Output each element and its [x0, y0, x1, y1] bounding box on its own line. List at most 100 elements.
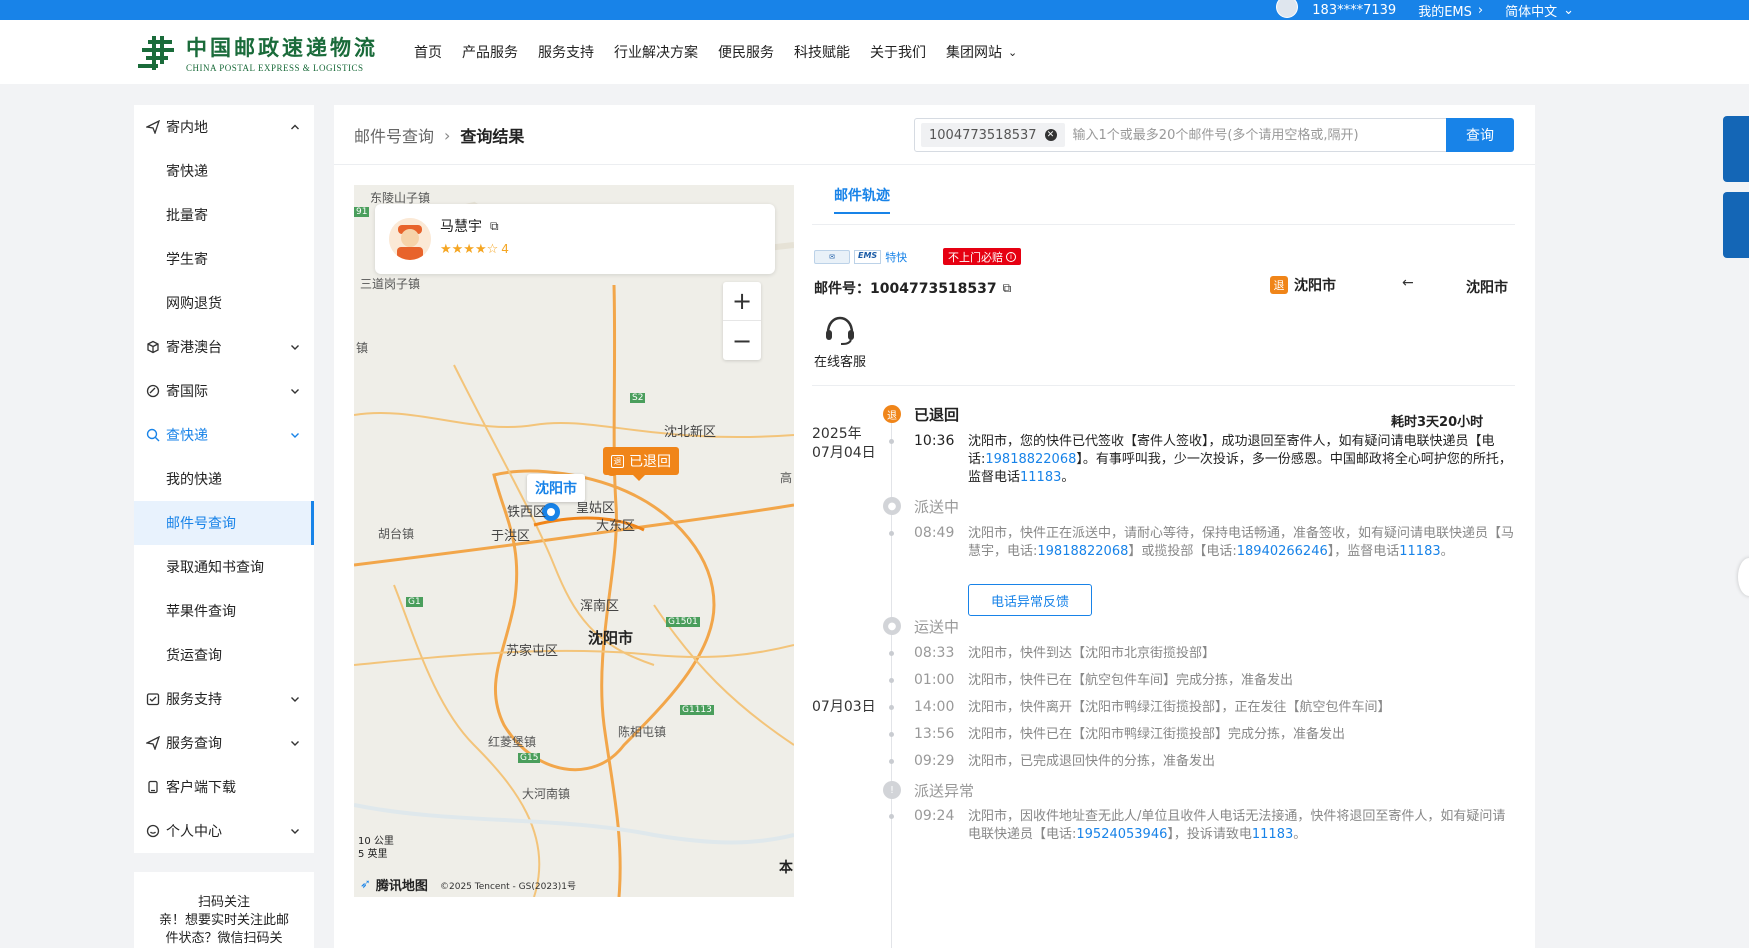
- chevron-up-icon: [290, 120, 300, 136]
- guarantee-badge[interactable]: 不上门必赔 i: [943, 248, 1021, 265]
- service-query-icon: [144, 735, 161, 751]
- search-button[interactable]: 查询: [1446, 118, 1514, 152]
- timeline-date: 2025年 07月04日: [812, 425, 876, 463]
- phone-feedback-button[interactable]: 电话异常反馈: [968, 584, 1092, 616]
- sidebar-item[interactable]: 批量寄: [134, 193, 314, 237]
- tracking-number-input[interactable]: [1072, 120, 1448, 150]
- tracking-map[interactable]: 马慧宇 ⧉ ★★★★☆ 4 + − 东陵山子镇 三道岗子镇 镇 沈北新区 铁西区 …: [354, 185, 794, 897]
- city-pin[interactable]: 沈阳市: [527, 474, 585, 502]
- return-badge: 退: [1270, 276, 1288, 294]
- sidebar-item[interactable]: 苹果件查询: [134, 589, 314, 633]
- phone-link[interactable]: 19524053946: [1076, 827, 1167, 842]
- event-time: 08:33: [914, 645, 955, 661]
- returned-location-pin[interactable]: 退 已退回: [603, 447, 679, 481]
- map-copyright: ©2025 Tencent - GS(2023)1号: [440, 882, 577, 892]
- tracking-search-box[interactable]: 1004773518537 ✕: [914, 118, 1449, 152]
- map-corner-label: 本: [779, 860, 793, 876]
- search-icon: [146, 428, 160, 442]
- china-post-logo-icon: [138, 34, 178, 72]
- copy-icon[interactable]: ⧉: [1003, 281, 1012, 296]
- user-icon: [146, 824, 160, 838]
- nav-products[interactable]: 产品服务: [462, 42, 518, 62]
- sidebar-item[interactable]: 学生寄: [134, 237, 314, 281]
- tab-tracking[interactable]: 邮件轨迹: [834, 185, 890, 205]
- courier-rating: ★★★★☆ 4: [440, 242, 509, 257]
- language-select[interactable]: 简体中文 ⌄: [1505, 1, 1574, 20]
- sidebar-item[interactable]: 货运查询: [134, 633, 314, 677]
- nav-about[interactable]: 关于我们: [870, 42, 926, 62]
- sidebar-item[interactable]: 服务查询: [134, 721, 314, 765]
- phone-link[interactable]: 11183: [1252, 827, 1293, 842]
- close-icon[interactable]: ✕: [1044, 129, 1057, 141]
- chevron-down-icon: ⌄: [1563, 2, 1574, 18]
- main-panel: 邮件号查询 › 查询结果 1004773518537 ✕ 查询: [334, 105, 1535, 948]
- headset-icon: [822, 313, 858, 347]
- map-label: 苏家屯区: [506, 644, 559, 659]
- zoom-in-button[interactable]: +: [723, 282, 761, 321]
- timeline-dot: [889, 651, 894, 656]
- breadcrumb-parent[interactable]: 邮件号查询: [354, 123, 434, 147]
- sidebar-item[interactable]: 寄国际: [134, 369, 314, 413]
- tracking-number-chip[interactable]: 1004773518537 ✕: [921, 123, 1065, 147]
- phone-link[interactable]: 11183: [1020, 470, 1061, 485]
- event-text: 沈阳市，快件到达【沈阳市北京街揽投部】: [968, 646, 1216, 661]
- sidebar-item[interactable]: 客户端下载: [134, 765, 314, 809]
- sidebar-item[interactable]: 我的快递: [134, 457, 314, 501]
- sidebar-item[interactable]: 个人中心: [134, 809, 314, 853]
- sidebar-item-label: 我的快递: [166, 472, 222, 488]
- chevron-right-icon: ›: [444, 125, 451, 145]
- phone-link[interactable]: 11183: [1399, 544, 1440, 559]
- sidebar-item[interactable]: 录取通知书查询: [134, 545, 314, 589]
- map-label: 东陵山子镇: [370, 191, 431, 205]
- user-account[interactable]: 183****7139: [1276, 0, 1396, 18]
- nav-home[interactable]: 首页: [414, 42, 442, 62]
- sidebar-item[interactable]: 寄港澳台: [134, 325, 314, 369]
- timeline-dot: [889, 531, 894, 536]
- sidebar-item[interactable]: 网购退货: [134, 281, 314, 325]
- info-icon: i: [1006, 251, 1016, 262]
- event-time: 09:29: [914, 753, 955, 769]
- online-customer-service[interactable]: 在线客服: [814, 313, 866, 370]
- chevron-down-icon: [290, 736, 300, 752]
- sidebar-item[interactable]: 寄快递: [134, 149, 314, 193]
- sidebar-item[interactable]: 服务支持: [134, 677, 314, 721]
- status-returned: 已退回: [914, 406, 960, 424]
- sidebar-item-label: 寄快递: [166, 164, 208, 180]
- globe-icon: [146, 384, 160, 398]
- date-year: 2025年: [812, 426, 862, 442]
- map-label: 沈阳市: [588, 629, 634, 647]
- side-expand-arrow-icon[interactable]: [1738, 558, 1749, 596]
- sidebar-item-label: 货运查询: [166, 648, 222, 664]
- nav-solutions[interactable]: 行业解决方案: [614, 42, 698, 62]
- zoom-out-button[interactable]: −: [723, 321, 761, 360]
- map-label: 胡台镇: [378, 527, 415, 541]
- site-header: 中国邮政速递物流 CHINA POSTAL EXPRESS & LOGISTIC…: [0, 20, 1749, 84]
- road-shield: 91: [354, 207, 370, 217]
- map-label: 三道岗子镇: [360, 277, 421, 291]
- phone-link[interactable]: 18940266246: [1237, 544, 1328, 559]
- phone-link[interactable]: 19818822068: [985, 452, 1076, 467]
- event-text: 沈阳市，快件已在【航空包件车间】完成分拣，准备发出: [968, 673, 1294, 688]
- nav-convenience[interactable]: 便民服务: [718, 42, 774, 62]
- float-widget-1[interactable]: [1723, 116, 1749, 182]
- copy-icon[interactable]: ⧉: [490, 219, 499, 234]
- map-label: 大河南镇: [522, 787, 571, 801]
- event-text: 沈阳市，快件正在派送中，请耐心等待，保持电话畅通，准备签收，如有疑问请电联快递员…: [968, 525, 1514, 561]
- float-widget-2[interactable]: [1723, 192, 1749, 258]
- sidebar-item[interactable]: 查快递: [134, 413, 314, 457]
- delivering-status-icon: ●: [883, 497, 901, 515]
- logo[interactable]: 中国邮政速递物流 CHINA POSTAL EXPRESS & LOGISTIC…: [138, 32, 378, 73]
- nav-technology[interactable]: 科技赋能: [794, 42, 850, 62]
- topbar-right: 183****7139 我的EMS › 简体中文 ⌄: [1276, 0, 1574, 20]
- my-ems-link[interactable]: 我的EMS ›: [1418, 1, 1483, 20]
- customer-service-label: 在线客服: [814, 355, 867, 370]
- sidebar-item-label: 邮件号查询: [166, 516, 236, 532]
- scale-km: 10 公里: [358, 836, 394, 847]
- date-day: 07月04日: [812, 445, 876, 461]
- phone-link[interactable]: 19818822068: [1037, 544, 1128, 559]
- sidebar-item[interactable]: 寄内地: [134, 105, 314, 149]
- nav-support[interactable]: 服务支持: [538, 42, 594, 62]
- sidebar-item-label: 个人中心: [166, 824, 222, 840]
- sidebar-item[interactable]: 邮件号查询: [134, 501, 314, 545]
- nav-group-sites[interactable]: 集团网站 ⌄: [946, 42, 1017, 62]
